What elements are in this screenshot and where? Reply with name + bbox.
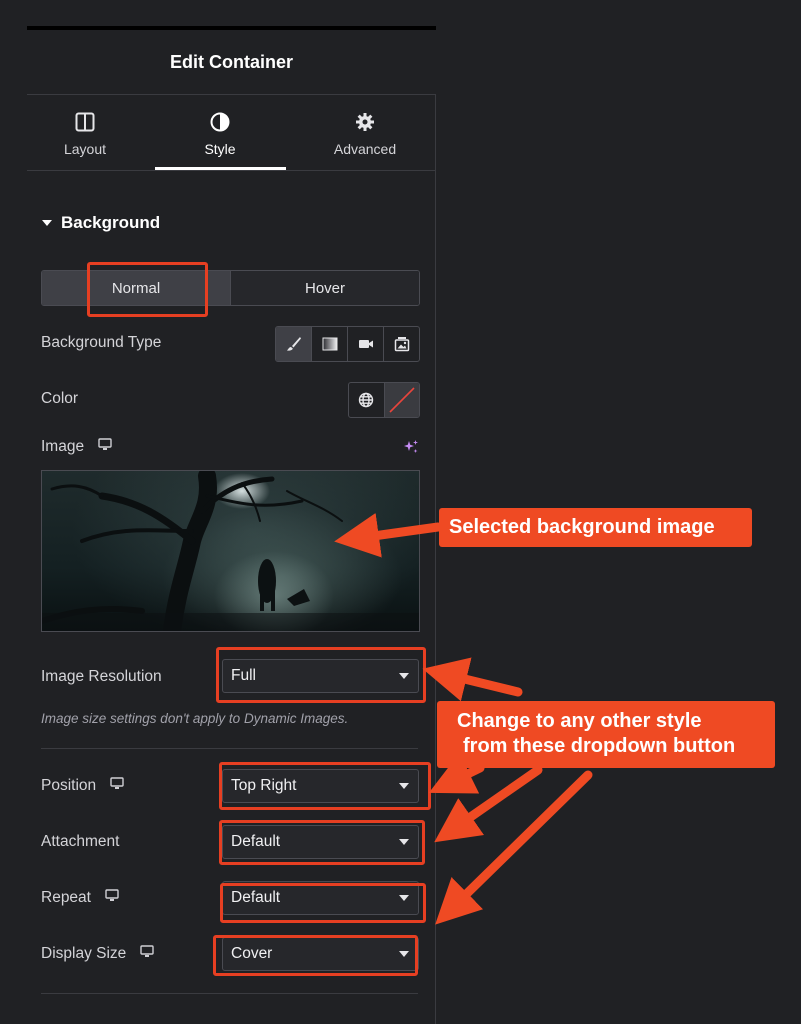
annotation-line: from these dropdown button xyxy=(463,735,736,757)
annotation-line: Change to any other style xyxy=(457,710,702,732)
annotation-callout: Selected background image xyxy=(439,508,752,547)
annotation-callout: Change to any other style from these dro… xyxy=(437,701,775,768)
